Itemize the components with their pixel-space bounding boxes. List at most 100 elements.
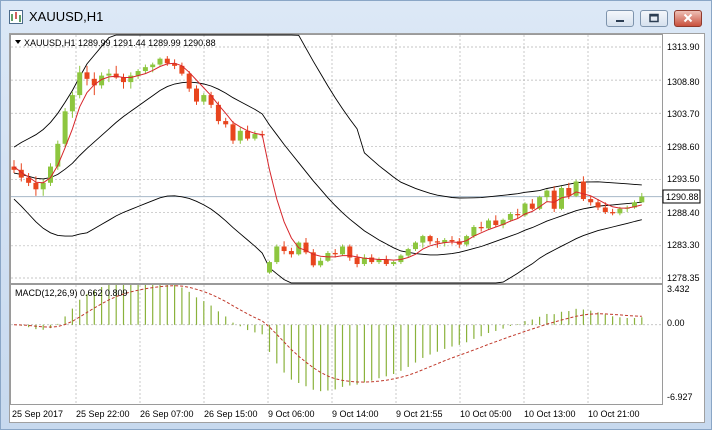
candle-body [507,213,513,220]
close-icon [683,13,693,23]
time-axis[interactable]: 25 Sep 2017 25 Sep 22:00 26 Sep 07:00 26… [12,409,640,419]
price-label-7: 1283.30 [667,240,700,250]
minimize-button[interactable] [606,10,634,27]
symbol-info: XAUUSD,H1 1289.99 1291.44 1289.99 1290.8… [24,38,216,48]
candle-body [77,72,83,96]
candle-body [573,181,579,196]
chart-icon [9,10,23,24]
time-label-3: 26 Sep 07:00 [140,409,194,419]
candle-body [55,143,61,167]
time-label-10: 10 Oct 21:00 [588,409,640,419]
candle-body [434,241,440,243]
candle-body [405,249,411,256]
candle-body [391,262,397,265]
macd-axis-bottom: -6.927 [667,392,693,402]
time-label-6: 9 Oct 14:00 [332,409,379,419]
candle-body [40,182,46,190]
time-label-8: 10 Oct 05:00 [460,409,512,419]
price-axis[interactable]: 1313.90 1308.80 1303.70 1298.60 1293.50 … [662,42,701,283]
macd-axis[interactable]: 3.432 0.00 -6.927 [667,284,693,402]
candle-body [580,181,586,200]
candle-body [332,252,338,255]
window-title: XAUUSD,H1 [29,9,104,24]
bb-upper-line [13,34,642,199]
minimize-icon [616,20,624,22]
candle-body [639,196,645,203]
candle-body [150,64,156,68]
price-label-8: 1278.35 [667,273,700,283]
candle-body [142,67,148,72]
candle-body [544,190,550,198]
ma-fast-line [13,62,642,261]
candle-body [588,199,594,203]
candle-body [33,182,39,190]
candle-body [354,257,360,265]
time-label-2: 25 Sep 22:00 [76,409,130,419]
candle-body [208,95,214,105]
candle-body [566,188,572,196]
candle-body [595,202,601,208]
candle-body [515,213,521,216]
candle-body [449,239,455,242]
candle-body [252,134,258,139]
macd-info: MACD(12,26,9) 0.662 0.809 [15,288,128,298]
candle-body [157,58,163,65]
price-label-4: 1298.60 [667,142,700,152]
time-label-4: 26 Sep 15:00 [204,409,258,419]
bb-middle-line [13,81,642,256]
candlesticks [11,56,645,274]
candle-body [471,226,477,237]
candle-body [617,208,623,214]
candle-body [318,260,324,266]
candle-body [602,207,608,213]
title-bar[interactable]: XAUUSD,H1 [1,1,711,33]
macd-indicator [13,285,643,392]
price-label-6: 1288.40 [667,208,700,218]
candle-body [529,203,535,209]
moving-averages [13,62,642,261]
price-label-5: 1293.50 [667,174,700,184]
candle-body [245,130,251,139]
candle-body [551,190,557,209]
candle-body [237,130,243,141]
candle-body [610,212,616,214]
macd-axis-top: 3.432 [667,284,690,294]
time-label-7: 9 Oct 21:55 [396,409,443,419]
candle-body [383,259,389,265]
chart-area[interactable]: XAUUSD,H1 1289.99 1291.44 1289.99 1290.8… [9,33,705,423]
candle-body [69,95,75,112]
grid [11,35,662,404]
close-button[interactable] [674,10,702,27]
info-dropdown-icon[interactable] [15,40,21,44]
candle-body [493,220,499,226]
candle-body [288,251,294,255]
candle-body [413,242,418,250]
price-label-3: 1303.70 [667,109,700,119]
candle-body [486,220,491,229]
price-label-2: 1308.80 [667,77,700,87]
restore-button[interactable] [640,10,668,27]
candle-body [201,95,207,102]
price-chart[interactable]: XAUUSD,H1 1289.99 1291.44 1289.99 1290.8… [10,34,704,422]
candle-body [62,111,68,144]
candle-body [420,236,426,243]
candle-body [194,88,199,102]
candle-body [281,246,287,252]
chart-window: XAUUSD,H1 XAUUSD,H1 1289.99 1291.44 1289… [0,0,712,430]
current-price-label: 1290.88 [666,192,699,202]
candle-body [267,262,272,273]
time-label-9: 10 Oct 13:00 [524,409,576,419]
macd-axis-zero: 0.00 [667,318,685,328]
price-label-1: 1313.90 [667,42,700,52]
candle-body [230,124,236,141]
candle-body [223,121,229,125]
candle-body [274,246,280,263]
candle-body [84,72,90,79]
time-label-5: 9 Oct 06:00 [268,409,315,419]
candle-body [164,58,170,64]
candle-body [427,236,433,242]
bb-lower-line [13,195,642,284]
candle-body [340,246,345,255]
candle-body [186,73,192,89]
candle-body [121,77,126,83]
